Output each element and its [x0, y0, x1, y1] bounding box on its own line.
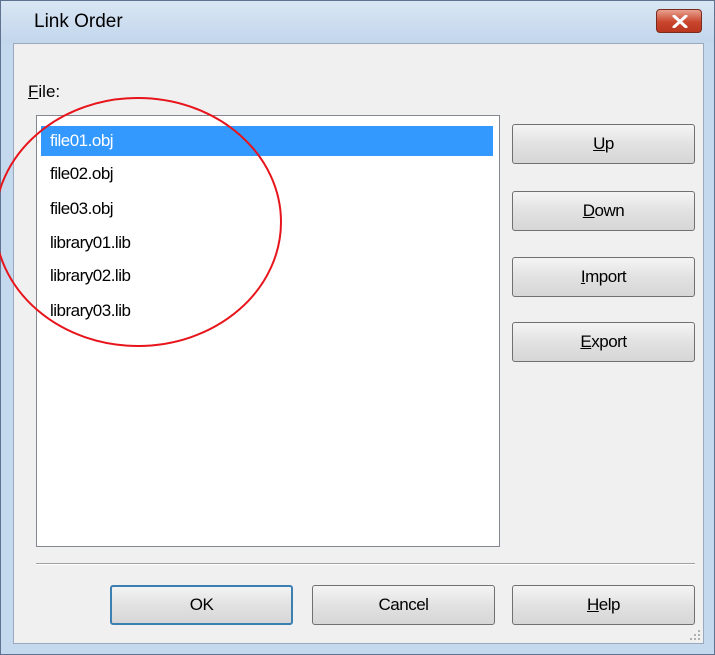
help-button[interactable]: Help: [512, 585, 695, 625]
list-item[interactable]: file02.obj: [41, 159, 493, 189]
up-button[interactable]: Up: [512, 124, 695, 164]
close-icon: [672, 15, 688, 28]
import-button[interactable]: Import: [512, 257, 695, 297]
list-item[interactable]: library02.lib: [41, 261, 493, 291]
button-separator: [36, 563, 695, 565]
list-item[interactable]: library01.lib: [41, 228, 493, 258]
list-item[interactable]: library03.lib: [41, 296, 493, 326]
file-list-label: File:: [28, 82, 61, 101]
title-bar[interactable]: Link Order: [1, 1, 714, 43]
export-button[interactable]: Export: [512, 322, 695, 362]
dialog-title: Link Order: [34, 11, 123, 32]
close-button[interactable]: [656, 9, 702, 33]
resize-grip-icon[interactable]: [689, 629, 701, 641]
cancel-button[interactable]: Cancel: [312, 585, 495, 625]
ok-button[interactable]: OK: [110, 585, 293, 625]
file-listbox[interactable]: file01.obj file02.obj file03.obj library…: [36, 115, 500, 547]
down-button[interactable]: Down: [512, 191, 695, 231]
list-item[interactable]: file03.obj: [41, 194, 493, 224]
list-item[interactable]: file01.obj: [41, 126, 493, 156]
